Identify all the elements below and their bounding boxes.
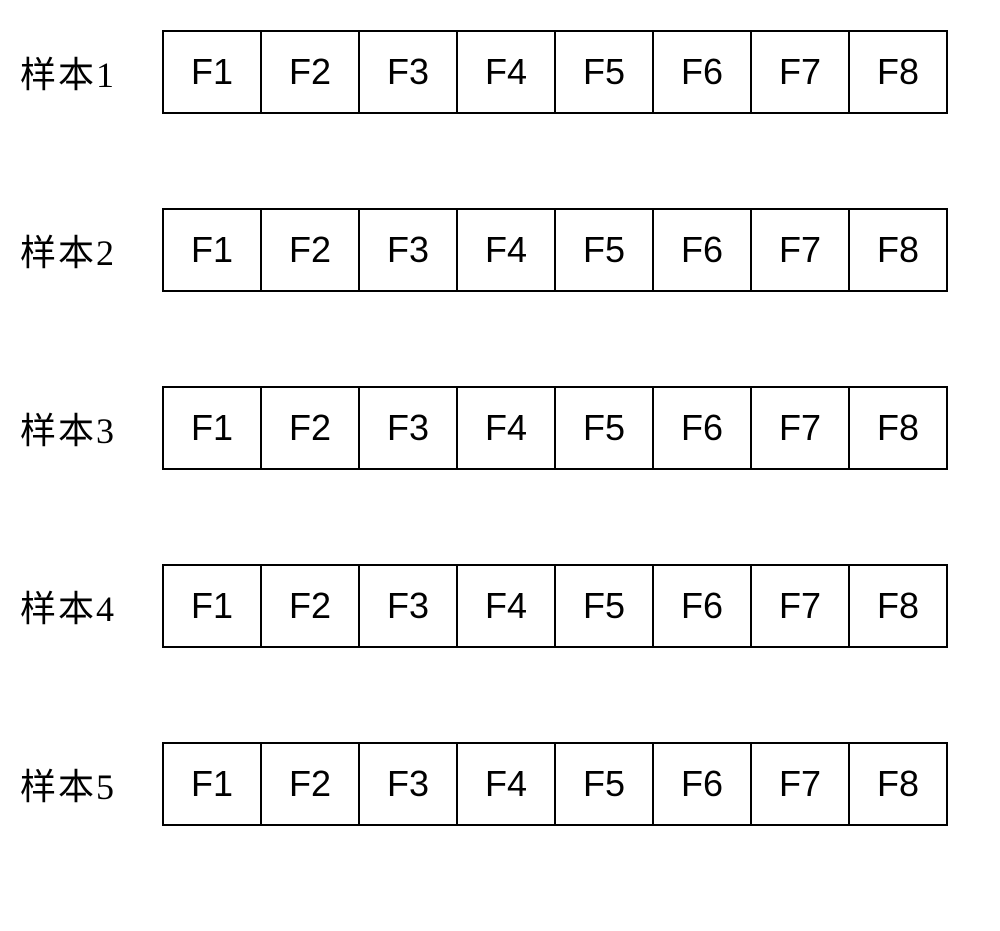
feature-cell: F1 bbox=[162, 742, 262, 826]
feature-cell: F6 bbox=[652, 30, 752, 114]
feature-cell: F6 bbox=[652, 386, 752, 470]
feature-cell: F7 bbox=[750, 386, 850, 470]
feature-cell: F4 bbox=[456, 208, 556, 292]
feature-cell: F5 bbox=[554, 386, 654, 470]
cell-group: F1 F2 F3 F4 F5 F6 F7 F8 bbox=[162, 208, 948, 292]
feature-cell: F2 bbox=[260, 30, 360, 114]
feature-cell: F6 bbox=[652, 742, 752, 826]
sample-row-1: 样本1 F1 F2 F3 F4 F5 F6 F7 F8 bbox=[20, 30, 980, 114]
feature-cell: F1 bbox=[162, 208, 262, 292]
feature-cell: F8 bbox=[848, 386, 948, 470]
cell-group: F1 F2 F3 F4 F5 F6 F7 F8 bbox=[162, 386, 948, 470]
feature-cell: F3 bbox=[358, 208, 458, 292]
feature-cell: F7 bbox=[750, 30, 850, 114]
feature-cell: F6 bbox=[652, 208, 752, 292]
feature-cell: F1 bbox=[162, 386, 262, 470]
feature-cell: F8 bbox=[848, 564, 948, 648]
feature-cell: F5 bbox=[554, 564, 654, 648]
feature-cell: F3 bbox=[358, 30, 458, 114]
feature-cell: F5 bbox=[554, 208, 654, 292]
feature-cell: F1 bbox=[162, 564, 262, 648]
sample-row-2: 样本2 F1 F2 F3 F4 F5 F6 F7 F8 bbox=[20, 208, 980, 292]
diagram-container: 样本1 F1 F2 F3 F4 F5 F6 F7 F8 样本2 F1 F2 F3… bbox=[20, 30, 980, 826]
sample-label: 样本1 bbox=[20, 46, 140, 98]
sample-row-3: 样本3 F1 F2 F3 F4 F5 F6 F7 F8 bbox=[20, 386, 980, 470]
feature-cell: F2 bbox=[260, 564, 360, 648]
sample-row-4: 样本4 F1 F2 F3 F4 F5 F6 F7 F8 bbox=[20, 564, 980, 648]
cell-group: F1 F2 F3 F4 F5 F6 F7 F8 bbox=[162, 742, 948, 826]
feature-cell: F4 bbox=[456, 742, 556, 826]
cell-group: F1 F2 F3 F4 F5 F6 F7 F8 bbox=[162, 30, 948, 114]
feature-cell: F4 bbox=[456, 30, 556, 114]
feature-cell: F3 bbox=[358, 742, 458, 826]
feature-cell: F2 bbox=[260, 742, 360, 826]
feature-cell: F3 bbox=[358, 386, 458, 470]
cell-group: F1 F2 F3 F4 F5 F6 F7 F8 bbox=[162, 564, 948, 648]
sample-label: 样本4 bbox=[20, 580, 140, 632]
feature-cell: F6 bbox=[652, 564, 752, 648]
sample-row-5: 样本5 F1 F2 F3 F4 F5 F6 F7 F8 bbox=[20, 742, 980, 826]
feature-cell: F2 bbox=[260, 386, 360, 470]
feature-cell: F3 bbox=[358, 564, 458, 648]
feature-cell: F5 bbox=[554, 30, 654, 114]
sample-label: 样本2 bbox=[20, 224, 140, 276]
feature-cell: F2 bbox=[260, 208, 360, 292]
feature-cell: F8 bbox=[848, 208, 948, 292]
feature-cell: F4 bbox=[456, 386, 556, 470]
sample-label: 样本5 bbox=[20, 758, 140, 810]
feature-cell: F7 bbox=[750, 742, 850, 826]
feature-cell: F8 bbox=[848, 30, 948, 114]
feature-cell: F4 bbox=[456, 564, 556, 648]
feature-cell: F1 bbox=[162, 30, 262, 114]
feature-cell: F7 bbox=[750, 208, 850, 292]
feature-cell: F7 bbox=[750, 564, 850, 648]
feature-cell: F8 bbox=[848, 742, 948, 826]
sample-label: 样本3 bbox=[20, 402, 140, 454]
feature-cell: F5 bbox=[554, 742, 654, 826]
